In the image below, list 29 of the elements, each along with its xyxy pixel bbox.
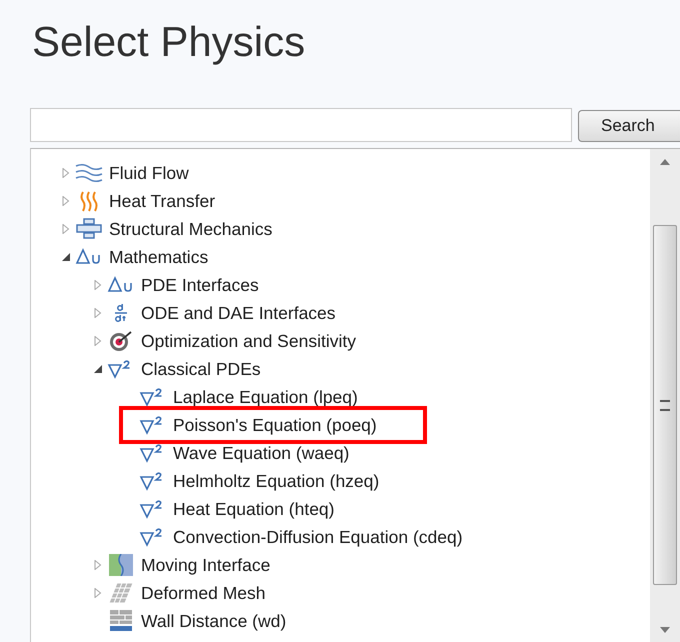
wall-icon <box>107 610 135 632</box>
tree-item[interactable]: Deformed Mesh <box>141 582 266 604</box>
tree-item[interactable]: Helmholtz Equation (hzeq) <box>173 470 380 492</box>
tree-item[interactable]: Optimization and Sensitivity <box>141 330 356 352</box>
tree-item[interactable]: Wave Equation (waeq) <box>173 442 350 464</box>
moving-interface-icon <box>107 554 135 576</box>
tree-item[interactable]: ODE and DAE Interfaces <box>141 302 336 324</box>
waves-icon <box>75 162 103 184</box>
tree-item[interactable]: PDE Interfaces <box>141 274 259 296</box>
search-field[interactable] <box>30 108 572 142</box>
grip-icon <box>660 400 670 410</box>
tree-item[interactable]: Structural Mechanics <box>109 218 272 240</box>
tree-item[interactable]: Poisson's Equation (poeq) <box>173 414 377 436</box>
scrollbar[interactable] <box>650 149 680 642</box>
tree-item[interactable]: Heat Equation (hteq) <box>173 498 334 520</box>
tree-item[interactable]: Wall Distance (wd) <box>141 610 286 632</box>
scroll-down-icon[interactable] <box>660 627 670 633</box>
tree-item[interactable]: Mathematics <box>109 246 208 268</box>
beam-icon <box>75 218 103 240</box>
tree-item[interactable]: Laplace Equation (lpeq) <box>173 386 358 408</box>
mesh-icon <box>107 582 135 604</box>
tree-item[interactable]: Classical PDEs <box>141 358 261 380</box>
tree-item[interactable]: Heat Transfer <box>109 190 216 212</box>
search-button[interactable]: Search <box>578 110 680 142</box>
page-title: Select Physics <box>31 17 306 67</box>
scroll-up-icon[interactable] <box>660 159 670 165</box>
tree-item[interactable]: Convection-Diffusion Equation (cdeq) <box>173 526 463 548</box>
tree-item[interactable]: Moving Interface <box>141 554 270 576</box>
tree-item[interactable]: Fluid Flow <box>109 162 189 184</box>
